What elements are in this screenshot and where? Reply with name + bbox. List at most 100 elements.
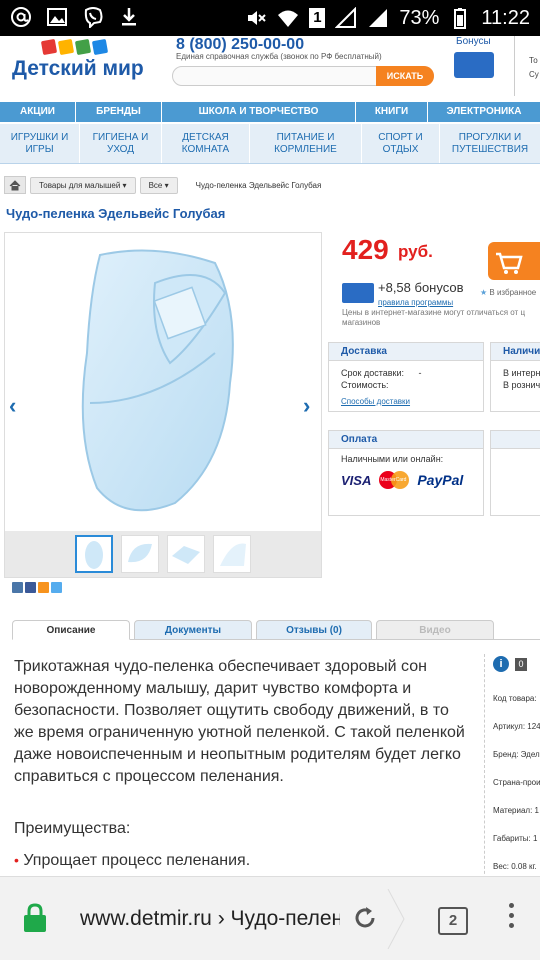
product-description: Трикотажная чудо-пеленка обеспечивает зд… [14, 658, 465, 785]
address-bar[interactable]: www.detmir.ru › Чудо-пеленка Эдельвейс [80, 907, 340, 931]
tab-documents[interactable]: Документы [134, 620, 252, 640]
availability-line: В розничн [503, 380, 540, 390]
nav-item-electronics[interactable]: ЭЛЕКТРОНИКА [428, 102, 540, 122]
thumbnail[interactable] [121, 535, 159, 573]
clock: 11:22 [481, 7, 530, 29]
breadcrumb-item[interactable]: Все ▾ [139, 176, 178, 194]
nav-item-books[interactable]: КНИГИ [356, 102, 428, 122]
payment-title: Оплата [329, 431, 483, 449]
price-note: Цены в интернет-магазине могут отличатьс… [342, 308, 526, 327]
tab-video: Видео [376, 620, 494, 640]
toolbar-divider [386, 888, 406, 950]
nav-sub-travel[interactable]: ПРОГУЛКИ И ПУТЕШЕСТВИЯ [440, 124, 540, 163]
delivery-cost-label: Стоимость: [341, 380, 389, 390]
at-sign-icon [10, 6, 32, 28]
browser-toolbar: www.detmir.ru › Чудо-пеленка Эдельвейс 2 [0, 876, 540, 960]
odnoklassniki-icon[interactable] [38, 582, 49, 593]
add-to-cart-button[interactable] [488, 242, 540, 280]
add-to-favorites[interactable]: ★ В избранное [480, 288, 536, 297]
spec-row: Бренд: Эдел [493, 750, 540, 759]
spec-row: Артикул: 124 [493, 722, 540, 731]
signal-icon [334, 6, 357, 29]
star-icon: ★ [480, 288, 488, 297]
logo-blocks-icon [40, 38, 157, 56]
mute-icon [245, 7, 267, 29]
top-navigation: АКЦИИ БРЕНДЫ ШКОЛА И ТВОРЧЕСТВО КНИГИ ЭЛ… [0, 102, 540, 122]
nav-sub-kids-room[interactable]: ДЕТСКАЯ КОМНАТА [162, 124, 250, 163]
payment-subtitle: Наличными или онлайн: [341, 454, 444, 464]
availability-box: Наличи В интерн В розничн [490, 342, 540, 412]
overflow-menu-icon[interactable] [506, 903, 516, 935]
status-bar: 1 73% 11:22 [0, 0, 540, 36]
info-icon[interactable]: i [493, 656, 509, 672]
specs-column: i 0 Код товара: Артикул: 124 Бренд: Эдел… [484, 654, 540, 876]
tab-description[interactable]: Описание [12, 620, 130, 640]
web-page: Детский мир 8 (800) 250-00-00 Единая спр… [0, 36, 540, 876]
availability-title: Наличи [491, 343, 540, 361]
battery-icon [449, 7, 471, 29]
product-main-image[interactable] [5, 233, 321, 529]
cart-fragment[interactable]: То Су [514, 36, 540, 96]
home-icon[interactable] [4, 176, 26, 194]
gallery-thumbnails [5, 531, 321, 577]
logo-text: Детский мир [12, 57, 144, 80]
nav-item-brands[interactable]: БРЕНДЫ [76, 102, 162, 122]
tab-reviews[interactable]: Отзывы (0) [256, 620, 372, 640]
thumbnail[interactable] [167, 535, 205, 573]
mastercard-logo: MasterCard [379, 471, 410, 489]
url-path: › Чудо-пеленка Эдельвейс [217, 907, 340, 930]
bonus-card-icon[interactable] [454, 52, 494, 78]
product-price: 429 [342, 234, 389, 265]
thumbnail[interactable] [75, 535, 113, 573]
specs-count-badge: 0 [515, 658, 527, 671]
wifi-icon [277, 7, 299, 29]
side-box [490, 430, 540, 516]
lock-icon[interactable] [22, 903, 48, 933]
sim-badge: 1 [309, 8, 326, 28]
nav-sub-feeding[interactable]: ПИТАНИЕ И КОРМЛЕНИЕ [250, 124, 362, 163]
nav-sub-sport[interactable]: СПОРТ И ОТДЫХ [362, 124, 440, 163]
spec-row: Страна-прои [493, 778, 540, 787]
search-button[interactable]: ИСКАТЬ [376, 66, 434, 86]
visa-logo: VISA [341, 472, 372, 488]
bonus-points: +8,58 бонусов [378, 280, 464, 295]
support-phone-note: Единая справочная служба (звонок по РФ б… [176, 52, 382, 61]
site-logo[interactable]: Детский мир [12, 38, 157, 90]
breadcrumb: Товары для малышей ▾ Все ▾ Чудо-пеленка … [4, 174, 321, 196]
gallery-next-arrow-icon[interactable]: › [303, 393, 310, 419]
bonus-rules-link[interactable]: правила программы [378, 298, 453, 307]
nav-sub-toys[interactable]: ИГРУШКИ И ИГРЫ [0, 124, 80, 163]
social-share [12, 582, 62, 593]
product-gallery: ‹ › [4, 232, 322, 578]
bonus-label[interactable]: Бонусы [456, 36, 491, 47]
spec-row: Габариты: 1 [493, 834, 538, 843]
twitter-icon[interactable] [51, 582, 62, 593]
payment-logos: VISA MasterCard PayPal [329, 471, 483, 489]
battery-percent: 73% [399, 7, 440, 29]
tab-switcher-button[interactable]: 2 [438, 907, 468, 935]
product-title: Чудо-пеленка Эдельвейс Голубая [6, 206, 226, 221]
spec-row: Материал: 1 [493, 806, 539, 815]
bonus-card-icon [342, 283, 374, 303]
viber-icon [82, 6, 104, 30]
facebook-icon[interactable] [25, 582, 36, 593]
nav-item-promotions[interactable]: АКЦИИ [0, 102, 76, 122]
thumbnail[interactable] [213, 535, 251, 573]
url-domain: www.detmir.ru [80, 907, 212, 930]
delivery-term-value: - [418, 368, 422, 378]
nav-item-school[interactable]: ШКОЛА И ТВОРЧЕСТВО [162, 102, 356, 122]
nav-sub-hygiene[interactable]: ГИГИЕНА И УХОД [80, 124, 162, 163]
favorites-label: В избранное [489, 288, 537, 297]
breadcrumb-item[interactable]: Товары для малышей ▾ [30, 176, 136, 194]
download-icon [118, 6, 140, 28]
delivery-term-label: Срок доставки: [341, 368, 404, 378]
reload-icon[interactable] [350, 903, 380, 933]
gallery-prev-arrow-icon[interactable]: ‹ [9, 393, 16, 419]
delivery-methods-link[interactable]: Способы доставки [329, 397, 483, 406]
bullet-icon: • [14, 852, 19, 868]
product-tabs: Описание Документы Отзывы (0) Видео [12, 620, 540, 640]
side-box-header [491, 431, 540, 449]
vk-icon[interactable] [12, 582, 23, 593]
availability-line: В интерн [503, 368, 540, 378]
delivery-box: Доставка Срок доставки: - Стоимость: Спо… [328, 342, 484, 412]
